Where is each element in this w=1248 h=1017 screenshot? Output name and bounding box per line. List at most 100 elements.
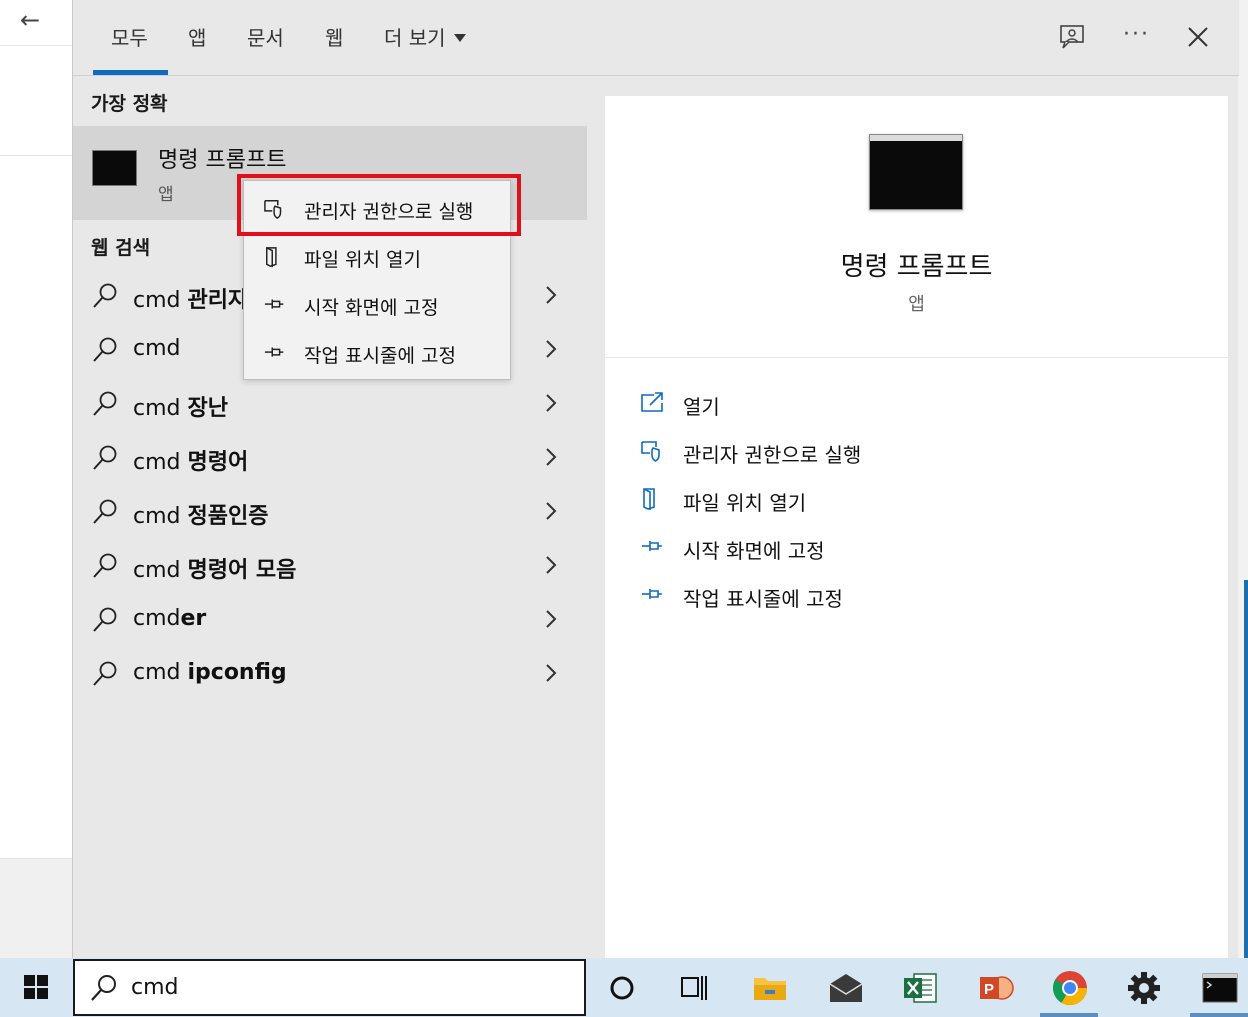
folder-icon xyxy=(643,488,655,510)
web-search-query: cmd xyxy=(133,504,188,529)
tab-more-label: 더 보기 xyxy=(384,26,446,50)
task-view-icon[interactable] xyxy=(674,968,714,1008)
search-icon xyxy=(91,975,116,1001)
more-icon[interactable]: ··· xyxy=(1123,22,1150,47)
file-explorer-icon[interactable] xyxy=(750,968,790,1008)
cortana-icon[interactable] xyxy=(602,968,642,1008)
search-icon xyxy=(93,337,117,362)
folder-icon xyxy=(266,247,277,268)
web-search-suggestion: 장난 xyxy=(187,396,228,421)
close-icon[interactable] xyxy=(1187,26,1209,48)
web-search-text: cmd 장난 xyxy=(133,390,228,422)
detail-header: 명령 프롬프트 앱 xyxy=(605,96,1228,358)
taskbar: cmd P xyxy=(0,958,1248,1017)
divider xyxy=(0,155,72,156)
chevron-right-icon xyxy=(546,340,557,358)
selected-tab-indicator xyxy=(93,70,168,75)
web-search-suggestion: 정품인증 xyxy=(187,504,269,529)
web-search-heading: 웹 검색 xyxy=(91,237,151,259)
chevron-right-icon xyxy=(546,286,557,304)
web-search-text: cmd ipconfig xyxy=(133,660,287,685)
web-search-query: cmd xyxy=(133,606,181,631)
search-icon xyxy=(93,283,117,308)
active-app-indicator xyxy=(1040,1013,1098,1017)
background-window: ← xyxy=(0,0,72,958)
detail-action[interactable]: 시작 화면에 고정 xyxy=(605,523,1228,571)
search-icon xyxy=(93,607,117,632)
web-search-suggestion: 관리자 xyxy=(187,288,249,313)
search-icon xyxy=(93,445,117,470)
web-search-item[interactable]: cmd 명령어 xyxy=(73,432,587,486)
tab-apps[interactable]: 앱 xyxy=(188,22,206,51)
web-search-text: cmd 명령어 모음 xyxy=(133,552,296,584)
web-search-item[interactable]: cmd 장난 xyxy=(73,378,587,432)
search-input[interactable]: cmd xyxy=(131,975,179,1000)
pin-icon xyxy=(264,299,284,309)
pin-icon xyxy=(642,541,662,551)
web-search-text: cmder xyxy=(133,606,206,631)
tab-documents[interactable]: 문서 xyxy=(247,22,284,51)
web-search-item[interactable]: cmd 정품인증 xyxy=(73,486,587,540)
detail-action[interactable]: 파일 위치 열기 xyxy=(605,475,1228,523)
svg-text:P: P xyxy=(984,981,994,998)
web-search-text: cmd 명령어 xyxy=(133,444,248,476)
active-app-indicator xyxy=(1190,1013,1248,1017)
web-search-item[interactable]: cmder xyxy=(73,594,587,648)
command-prompt-icon xyxy=(92,150,137,186)
excel-icon[interactable] xyxy=(900,968,940,1008)
search-icon xyxy=(93,499,117,524)
settings-icon[interactable] xyxy=(1124,968,1164,1008)
best-match-title: 명령 프롬프트 xyxy=(158,148,287,173)
back-arrow-icon[interactable]: ← xyxy=(20,6,40,34)
context-menu-label: 파일 위치 열기 xyxy=(304,249,421,271)
chevron-right-icon xyxy=(546,448,557,466)
web-search-suggestion: 명령어 모음 xyxy=(187,558,297,583)
web-search-suggestion: 명령어 xyxy=(187,450,249,475)
shield-icon xyxy=(641,441,660,462)
context-menu-label: 시작 화면에 고정 xyxy=(304,297,439,319)
pin-icon xyxy=(264,347,284,357)
chevron-right-icon xyxy=(546,556,557,574)
chrome-icon[interactable] xyxy=(1050,968,1090,1008)
search-icon xyxy=(93,553,117,578)
pin-icon xyxy=(642,589,662,599)
divider xyxy=(0,45,72,46)
command-prompt-taskbar-icon[interactable] xyxy=(1200,968,1240,1008)
tab-more[interactable]: 더 보기 xyxy=(384,22,466,51)
background-accent-bar xyxy=(1244,580,1248,958)
powerpoint-icon[interactable]: P xyxy=(976,968,1016,1008)
chevron-right-icon xyxy=(546,502,557,520)
detail-action-label: 시작 화면에 고정 xyxy=(683,539,825,563)
search-tabs-bar: 모두 앱 문서 웹 더 보기 ··· xyxy=(73,0,1239,76)
web-search-query: cmd xyxy=(133,396,188,421)
detail-action-label: 열기 xyxy=(683,395,720,419)
web-search-item[interactable]: cmd 명령어 모음 xyxy=(73,540,587,594)
web-search-text: cmd xyxy=(133,336,181,361)
chevron-right-icon xyxy=(546,394,557,412)
mail-icon[interactable] xyxy=(826,968,866,1008)
detail-action-label: 파일 위치 열기 xyxy=(683,491,807,515)
detail-subtitle: 앱 xyxy=(908,294,925,315)
tab-all[interactable]: 모두 xyxy=(111,22,148,51)
feedback-icon[interactable] xyxy=(1059,24,1087,50)
detail-action[interactable]: 관리자 권한으로 실행 xyxy=(605,427,1228,475)
detail-action[interactable]: 작업 표시줄에 고정 xyxy=(605,571,1228,619)
open-icon xyxy=(641,392,663,412)
web-search-text: cmd 정품인증 xyxy=(133,498,268,530)
context-menu-label: 작업 표시줄에 고정 xyxy=(304,345,456,367)
tab-web[interactable]: 웹 xyxy=(325,22,343,51)
taskbar-search-box[interactable]: cmd xyxy=(73,959,586,1016)
chevron-right-icon xyxy=(546,610,557,628)
detail-action[interactable]: 열기 xyxy=(605,379,1228,427)
highlight-box xyxy=(237,174,521,236)
detail-action-label: 작업 표시줄에 고정 xyxy=(683,587,843,611)
context-menu-item[interactable]: 작업 표시줄에 고정 xyxy=(244,329,510,377)
windows-start-icon[interactable] xyxy=(0,958,72,1017)
caret-down-icon xyxy=(453,34,466,42)
web-search-item[interactable]: cmd ipconfig xyxy=(73,648,587,702)
search-icon xyxy=(93,391,117,416)
web-search-query: cmd xyxy=(133,558,188,583)
context-menu-item[interactable]: 파일 위치 열기 xyxy=(244,233,510,281)
context-menu-item[interactable]: 시작 화면에 고정 xyxy=(244,281,510,329)
web-search-suggestion: er xyxy=(180,606,207,631)
